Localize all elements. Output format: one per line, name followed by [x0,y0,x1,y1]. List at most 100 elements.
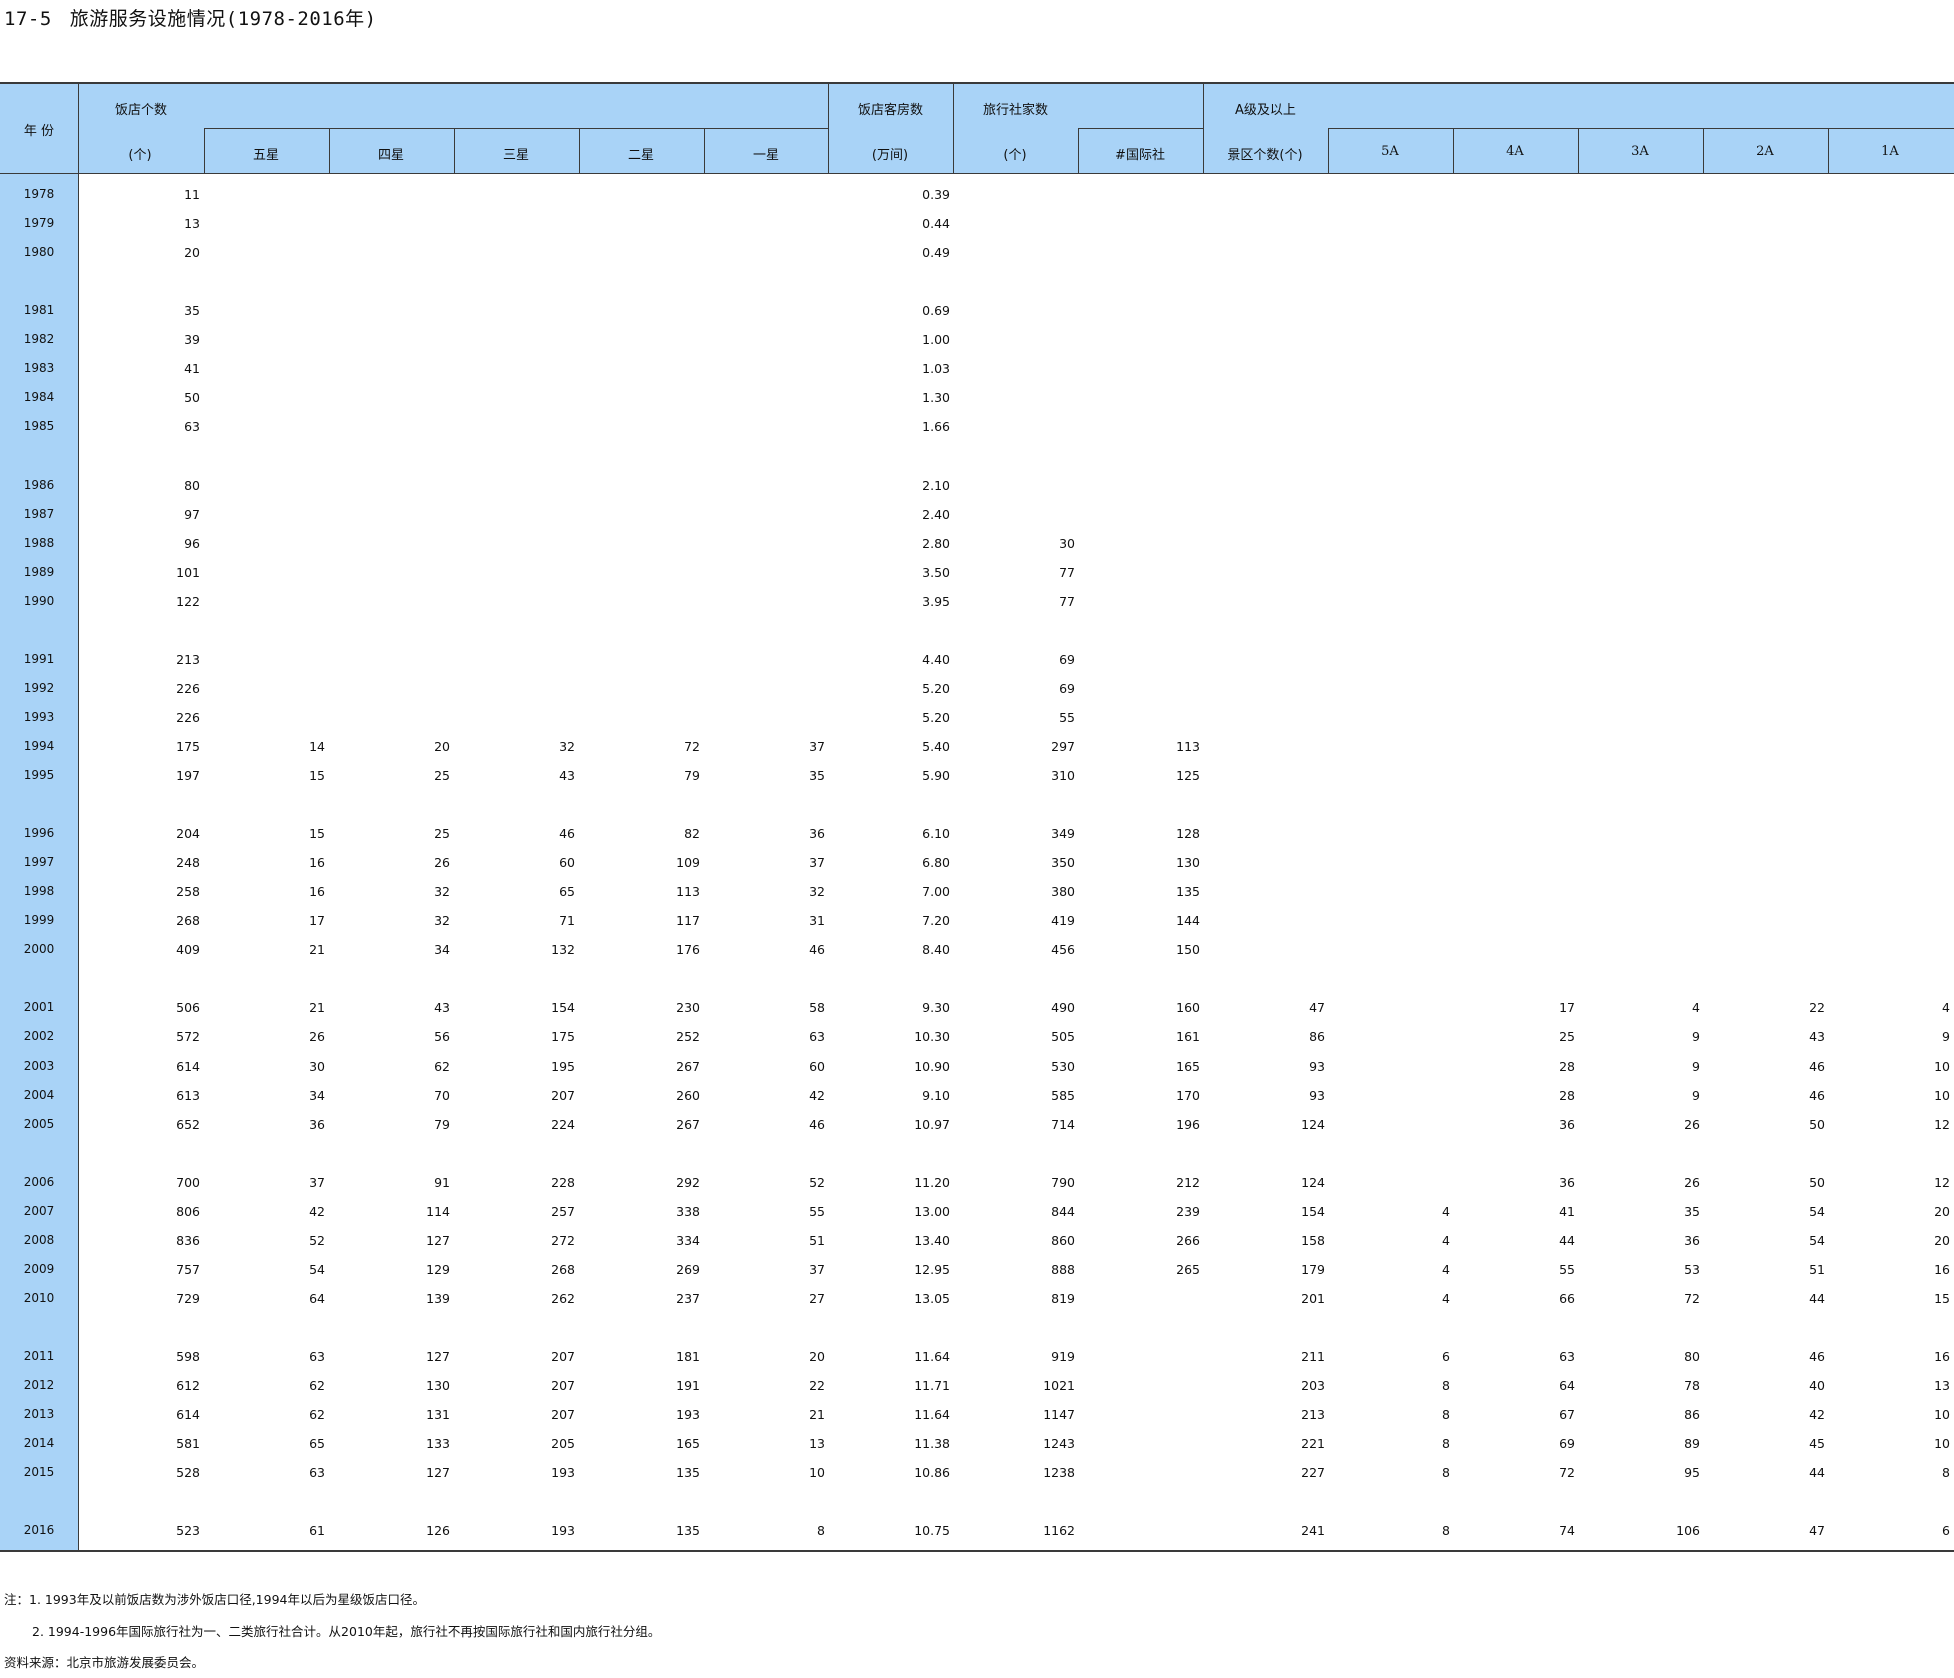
header-2a: 2A [1756,144,1774,159]
header-year: 年 份 [23,124,55,139]
four-cell: 139 [426,1290,450,1306]
hotels-cell: 20 [184,245,200,261]
intl-cell: 212 [1176,1174,1200,1190]
a1-cell: 16 [1934,1261,1950,1277]
three-cell: 32 [559,738,575,754]
year-cell: 1992 [23,680,55,695]
three-cell: 175 [551,1029,575,1045]
agencies-cell: 790 [1051,1174,1075,1190]
intl-cell: 125 [1176,768,1200,783]
four-cell: 26 [434,855,450,871]
header-rooms: 饭店客房数 [858,103,924,118]
a4-cell: 36 [1559,1174,1575,1190]
one-cell: 10 [809,1465,825,1481]
a3-cell: 9 [1692,1058,1700,1074]
header-divider [204,128,205,173]
rooms-cell: 1.30 [922,390,950,406]
agencies-cell: 69 [1059,651,1075,667]
five-cell: 62 [309,1407,325,1423]
one-cell: 21 [809,1407,825,1423]
two-cell: 72 [684,738,700,754]
two-cell: 191 [676,1378,700,1394]
five-cell: 64 [309,1290,325,1306]
two-cell: 193 [676,1407,700,1423]
year-cell: 1983 [23,361,55,376]
hotels-cell: 757 [176,1261,200,1277]
agencies-cell: 714 [1051,1116,1075,1132]
a1-cell: 12 [1934,1174,1950,1190]
year-cell: 1995 [23,768,55,782]
three-cell: 193 [551,1465,575,1481]
a3-cell: 80 [1684,1349,1700,1364]
header-divider [1078,128,1079,173]
scenic-cell: 213 [1301,1407,1325,1423]
header-divider [1703,128,1704,173]
agencies-cell: 77 [1059,593,1075,609]
three-cell: 132 [551,942,575,958]
rooms-cell: 7.00 [922,884,950,900]
a3-cell: 35 [1684,1203,1700,1219]
header-scenic-count: 景区个数(个) [1227,148,1303,163]
a3-cell: 26 [1684,1116,1700,1132]
year-cell: 2007 [23,1203,55,1218]
three-cell: 193 [551,1523,575,1539]
year-cell: 1988 [23,535,55,550]
one-cell: 27 [809,1290,825,1306]
a5-cell: 8 [1442,1378,1450,1394]
a4-cell: 66 [1559,1290,1575,1306]
scenic-cell: 241 [1301,1523,1325,1539]
year-cell: 2003 [23,1058,55,1073]
year-cell: 1998 [23,884,55,899]
hotels-cell: 226 [176,709,200,725]
hotels-cell: 97 [184,506,200,522]
three-cell: 154 [551,1000,575,1016]
three-cell: 272 [551,1232,575,1248]
hotels-cell: 528 [176,1465,200,1481]
five-cell: 34 [309,1087,325,1103]
rooms-cell: 11.71 [914,1378,950,1394]
scenic-cell: 179 [1301,1261,1325,1277]
a1-cell: 16 [1934,1349,1950,1364]
rooms-cell: 7.20 [922,913,950,929]
agencies-cell: 310 [1051,768,1075,783]
a4-cell: 64 [1559,1378,1575,1394]
two-cell: 267 [676,1116,700,1132]
rooms-cell: 10.75 [914,1523,950,1539]
agencies-cell: 1243 [1043,1436,1075,1452]
hotels-cell: 204 [176,826,200,842]
header-3a: 3A [1631,144,1649,159]
three-cell: 195 [551,1058,575,1074]
two-cell: 334 [676,1232,700,1248]
one-cell: 63 [809,1029,825,1045]
hotels-cell: 614 [176,1058,200,1074]
agencies-cell: 888 [1051,1261,1075,1277]
five-cell: 42 [309,1203,325,1219]
four-cell: 114 [426,1203,450,1219]
three-cell: 46 [559,826,575,842]
rooms-cell: 5.40 [922,738,950,754]
agencies-cell: 819 [1051,1290,1075,1306]
a1-cell: 15 [1934,1290,1950,1306]
year-cell: 1980 [23,245,55,260]
one-cell: 37 [809,1261,825,1277]
agencies-cell: 419 [1051,913,1075,929]
rooms-cell: 11.38 [914,1436,950,1452]
year-cell: 2009 [23,1261,55,1276]
table-title-text: 旅游服务设施情况(1978-2016年) [69,8,377,30]
header-sub-rule-hotels [204,128,828,129]
five-cell: 21 [309,1000,325,1016]
one-cell: 37 [809,855,825,871]
rooms-cell: 3.50 [922,564,950,580]
intl-cell: 266 [1176,1232,1200,1248]
hotels-cell: 806 [176,1203,200,1219]
rooms-cell: 10.30 [914,1029,950,1045]
intl-cell: 239 [1176,1203,1200,1219]
one-cell: 22 [809,1378,825,1394]
hotels-cell: 13 [184,216,200,232]
a4-cell: 17 [1559,1000,1575,1016]
four-cell: 79 [434,1116,450,1132]
a1-cell: 13 [1934,1378,1950,1394]
hotels-cell: 213 [176,651,200,667]
hotels-cell: 506 [176,1000,200,1016]
a1-cell: 10 [1934,1436,1950,1452]
